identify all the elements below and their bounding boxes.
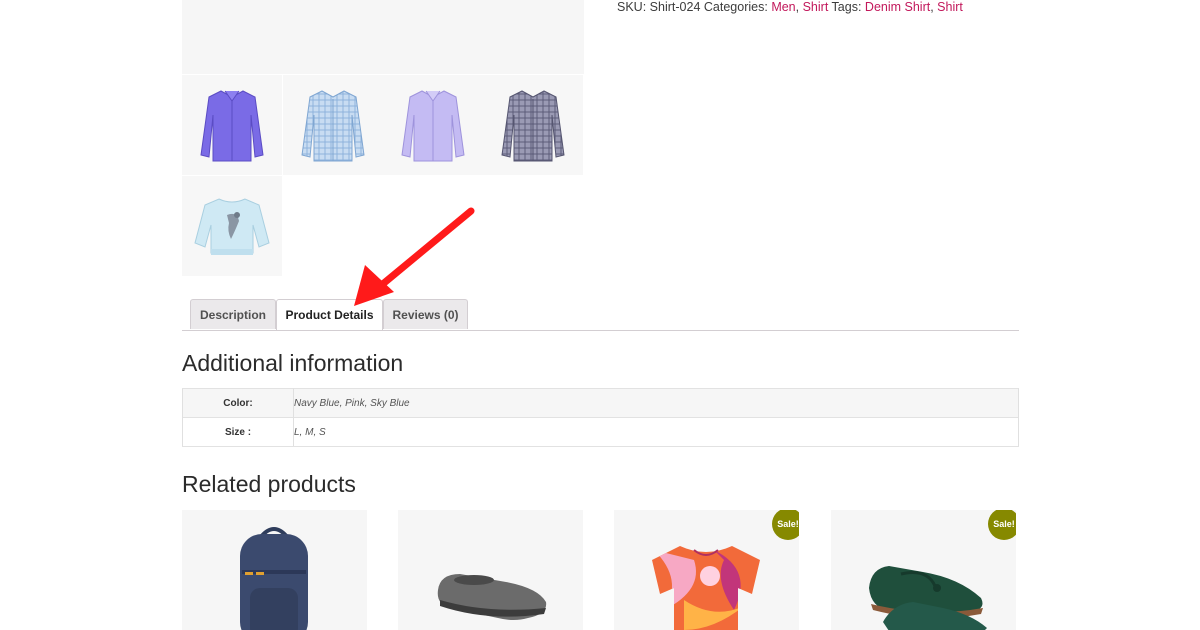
related-product-card-1[interactable] [182,510,367,630]
attribute-row-size: Size : L, M, S [182,417,1019,447]
attribute-label: Color: [182,388,294,418]
additional-information-heading: Additional information [182,350,404,376]
tab-reviews[interactable]: Reviews (0) [383,299,468,329]
tags-label: Tags: [831,0,862,14]
category-link-men[interactable]: Men [771,0,795,14]
product-meta: SKU: Shirt-024 Categories: Men, Shirt Ta… [617,0,963,14]
attribute-label: Size : [182,417,294,447]
slipper-icon [437,574,547,620]
sale-badge: Sale! [988,510,1016,540]
related-product-card-4[interactable]: Sale! [831,510,1016,630]
related-products-heading: Related products [182,471,356,497]
light-blue-check-shirt-icon [301,90,365,162]
attribute-row-color: Color: Navy Blue, Pink, Sky Blue [182,388,1019,418]
sku-value: Shirt-024 [649,0,701,14]
gallery-thumbnail-4[interactable] [483,75,583,175]
grey-check-shirt-icon [501,90,565,162]
main-product-image[interactable] [182,0,584,74]
categories-label: Categories: [703,0,768,14]
category-link-shirt[interactable]: Shirt [803,0,829,14]
tag-link-shirt[interactable]: Shirt [937,0,963,14]
gallery-thumbnail-3[interactable] [383,75,483,175]
attribute-value: L, M, S [293,417,1019,447]
lavender-shirt-icon [401,90,465,162]
attribute-value: Navy Blue, Pink, Sky Blue [293,388,1019,418]
related-product-card-2[interactable] [398,510,583,630]
tab-product-details[interactable]: Product Details [276,299,383,330]
sku-label: SKU: [617,0,647,14]
patterned-blouse-icon [652,546,760,630]
purple-shirt-icon [200,90,264,162]
related-product-card-3[interactable]: Sale! [614,510,799,630]
gallery-thumbnail-5[interactable] [182,176,282,276]
additional-information-table: Color: Navy Blue, Pink, Sky Blue Size : … [182,388,1019,447]
gallery-thumbnail-2[interactable] [283,75,383,175]
gallery-thumbnail-1[interactable] [182,75,282,175]
sale-badge: Sale! [772,510,799,540]
backpack-icon [240,527,308,630]
kids-sweatshirt-icon [194,198,270,255]
tab-description[interactable]: Description [190,299,276,329]
product-tabs: Description Product Details Reviews (0) [182,299,1019,331]
tag-link-denim-shirt[interactable]: Denim Shirt [865,0,930,14]
